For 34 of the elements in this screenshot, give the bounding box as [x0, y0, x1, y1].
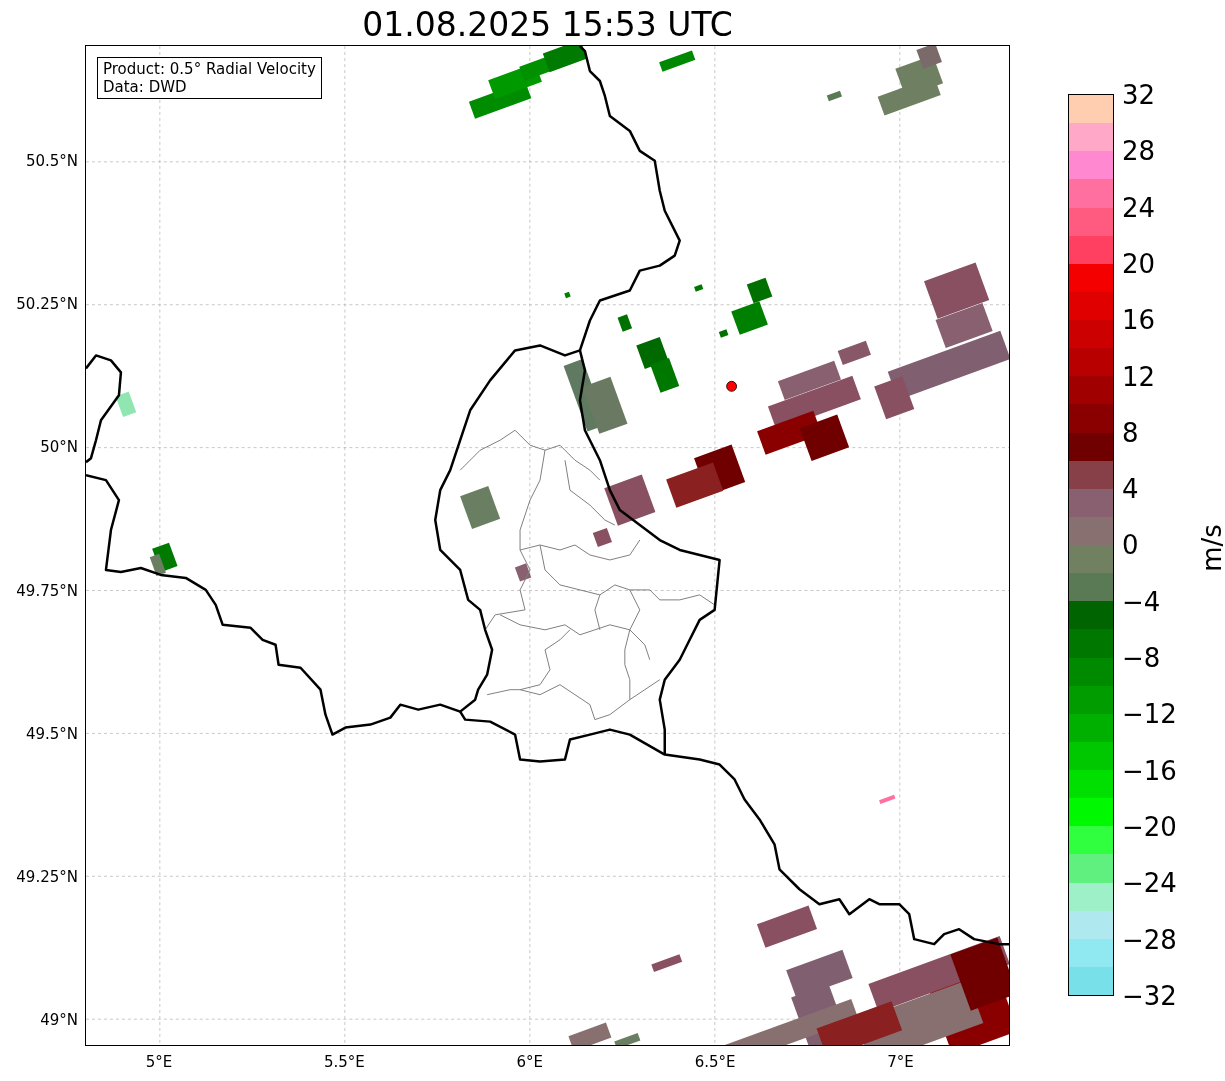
latitude-label: 49.25°N [16, 868, 78, 886]
colorbar-tick-label: −32 [1122, 980, 1177, 1011]
colorbar-tick-label: 16 [1122, 305, 1156, 336]
latitude-label: 50°N [40, 438, 78, 457]
colorbar-tick-label: 24 [1122, 192, 1156, 223]
longitude-label: 5.5°E [323, 1053, 365, 1071]
colorbar-tick-label: −28 [1122, 924, 1177, 955]
colorbar-tick-label: 28 [1122, 136, 1156, 167]
chart-title: 01.08.2025 15:53 UTC [362, 5, 733, 45]
colorbar-tick-label: −12 [1122, 699, 1177, 730]
colorbar-tick-label: 4 [1122, 474, 1139, 505]
latitude-label: 50.5°N [25, 152, 78, 170]
colorbar-axis-label: m/s [1196, 524, 1225, 572]
latitude-label: 49.5°N [25, 724, 78, 743]
latitude-label: 50.25°N [16, 295, 78, 314]
colorbar-tick-label: 12 [1122, 361, 1156, 392]
longitude-label: 5°E [145, 1053, 173, 1071]
longitude-label: 6°E [516, 1053, 544, 1071]
colorbar-tick-label: 8 [1122, 417, 1139, 448]
colorbar-tick-label: 20 [1122, 248, 1156, 279]
latitude-label: 49.75°N [16, 581, 78, 600]
colorbar-tick-label: −8 [1122, 643, 1161, 673]
longitude-label: 7°E [887, 1053, 914, 1071]
colorbar-tick-label: −24 [1122, 868, 1177, 899]
legend-text: Product: 0.5° Radial Velocity [103, 60, 316, 78]
colorbar-tick-label: −20 [1122, 811, 1177, 842]
longitude-label: 6.5°E [694, 1053, 736, 1071]
colorbar-tick-label: 0 [1122, 530, 1139, 561]
legend-text: Data: DWD [103, 78, 188, 96]
colorbar-tick-label: −4 [1122, 586, 1161, 617]
latitude-label: 49°N [40, 1011, 78, 1030]
colorbar-tick-label: 32 [1122, 80, 1156, 110]
radar-site-marker [726, 380, 737, 392]
colorbar-tick-label: −16 [1122, 755, 1177, 786]
